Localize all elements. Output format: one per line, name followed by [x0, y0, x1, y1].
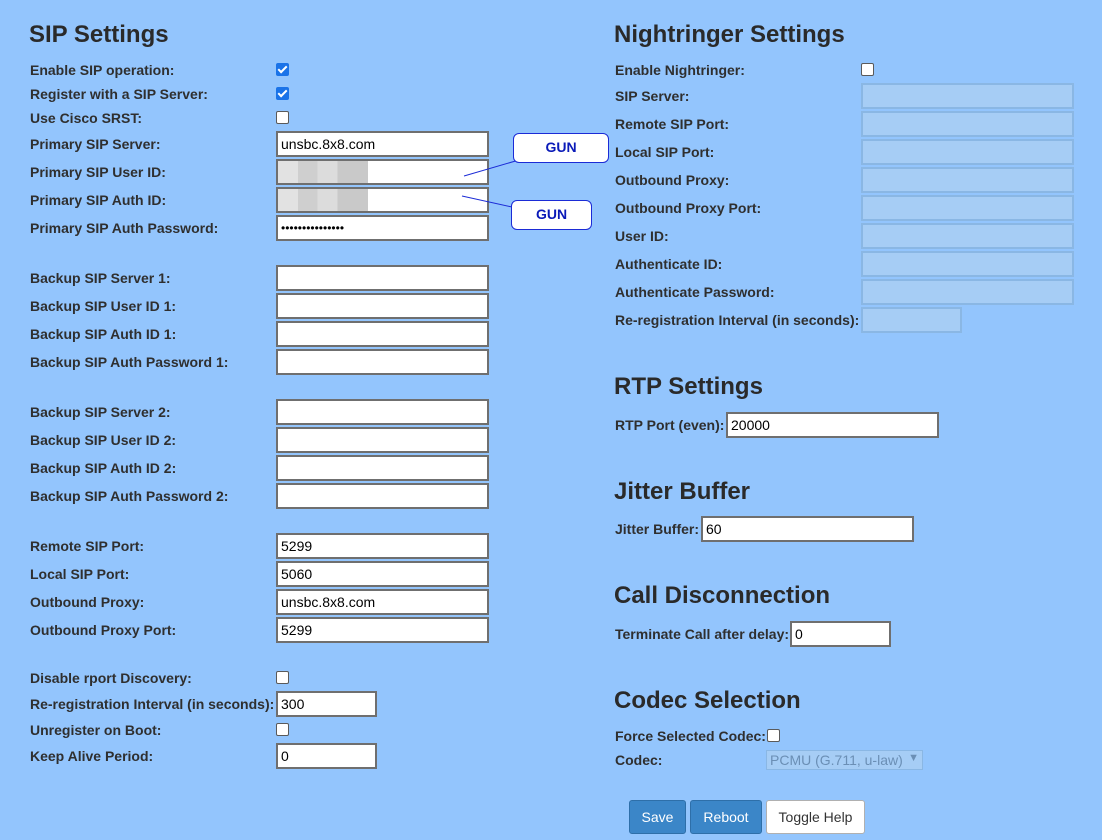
nr-remote-port-label: Remote SIP Port: [615, 116, 730, 132]
nr-outbound-proxy-port-label: Outbound Proxy Port: [615, 200, 762, 216]
backup1-sip-auth-password-input[interactable] [276, 349, 489, 375]
primary-sip-auth-password-label: Primary SIP Auth Password: [30, 220, 219, 236]
primary-sip-user-id-input[interactable] [276, 159, 489, 185]
terminate-delay-input[interactable] [790, 621, 891, 647]
outbound-proxy-label: Outbound Proxy: [30, 594, 145, 610]
disable-rport-checkbox[interactable] [276, 671, 289, 684]
terminate-delay-label: Terminate Call after delay: [615, 626, 790, 642]
callout-gun-2: GUN [511, 200, 592, 230]
codec-label: Codec: [615, 752, 663, 768]
codec-selection-title: Codec Selection [614, 687, 801, 714]
nr-rereg-interval-label: Re-registration Interval (in seconds): [615, 312, 860, 328]
nr-outbound-proxy-label: Outbound Proxy: [615, 172, 730, 188]
nr-auth-password-input[interactable] [861, 279, 1074, 305]
nr-outbound-proxy-port-input[interactable] [861, 195, 1074, 221]
jitter-buffer-input[interactable] [701, 516, 914, 542]
codec-select[interactable]: PCMU (G.711, u-law) ▼ [766, 750, 923, 770]
backup1-sip-auth-id-input[interactable] [276, 321, 489, 347]
force-codec-label: Force Selected Codec: [615, 728, 766, 744]
nr-user-id-input[interactable] [861, 223, 1074, 249]
cisco-srst-label: Use Cisco SRST: [30, 110, 143, 126]
remote-sip-port-input[interactable] [276, 533, 489, 559]
callout-gun-1: GUN [513, 133, 609, 163]
backup1-sip-auth-password-label: Backup SIP Auth Password 1: [30, 354, 229, 370]
nr-sip-server-label: SIP Server: [615, 88, 690, 104]
rereg-interval-input[interactable] [276, 691, 377, 717]
reboot-button[interactable]: Reboot [690, 800, 762, 834]
register-sip-label: Register with a SIP Server: [30, 86, 208, 102]
outbound-proxy-port-input[interactable] [276, 617, 489, 643]
nr-rereg-interval-input[interactable] [861, 307, 962, 333]
backup2-sip-auth-id-input[interactable] [276, 455, 489, 481]
local-sip-port-label: Local SIP Port: [30, 566, 130, 582]
rereg-interval-label: Re-registration Interval (in seconds): [30, 696, 275, 712]
nr-auth-id-label: Authenticate ID: [615, 256, 723, 272]
jitter-buffer-label: Jitter Buffer: [615, 521, 700, 537]
primary-sip-server-label: Primary SIP Server: [30, 136, 161, 152]
remote-sip-port-label: Remote SIP Port: [30, 538, 145, 554]
backup1-sip-user-id-label: Backup SIP User ID 1: [30, 298, 177, 314]
rtp-port-label: RTP Port (even): [615, 417, 725, 433]
force-codec-checkbox[interactable] [767, 729, 780, 742]
enable-nightringer-label: Enable Nightringer: [615, 62, 745, 78]
primary-sip-auth-id-label: Primary SIP Auth ID: [30, 192, 167, 208]
local-sip-port-input[interactable] [276, 561, 489, 587]
nr-outbound-proxy-input[interactable] [861, 167, 1074, 193]
register-sip-checkbox[interactable] [276, 87, 289, 100]
nr-local-port-label: Local SIP Port: [615, 144, 715, 160]
codec-select-value: PCMU (G.711, u-law) [770, 752, 903, 768]
jitter-buffer-title: Jitter Buffer [614, 478, 751, 505]
nightringer-title: Nightringer Settings [614, 21, 845, 48]
primary-sip-user-id-label: Primary SIP User ID: [30, 164, 166, 180]
enable-nightringer-checkbox[interactable] [861, 63, 874, 76]
save-button[interactable]: Save [629, 800, 686, 834]
backup1-sip-server-input[interactable] [276, 265, 489, 291]
nr-auth-id-input[interactable] [861, 251, 1074, 277]
backup1-sip-auth-id-label: Backup SIP Auth ID 1: [30, 326, 177, 342]
disable-rport-label: Disable rport Discovery: [30, 670, 192, 686]
backup1-sip-server-label: Backup SIP Server 1: [30, 270, 171, 286]
rtp-settings-title: RTP Settings [614, 373, 763, 400]
cisco-srst-checkbox[interactable] [276, 111, 289, 124]
chevron-down-icon: ▼ [908, 752, 919, 764]
backup1-sip-user-id-input[interactable] [276, 293, 489, 319]
backup2-sip-user-id-input[interactable] [276, 427, 489, 453]
primary-sip-auth-id-input[interactable] [276, 187, 489, 213]
nr-remote-port-input[interactable] [861, 111, 1074, 137]
backup2-sip-server-input[interactable] [276, 399, 489, 425]
call-disconnection-title: Call Disconnection [614, 582, 831, 609]
backup2-sip-auth-password-input[interactable] [276, 483, 489, 509]
keep-alive-input[interactable] [276, 743, 377, 769]
nr-user-id-label: User ID: [615, 228, 669, 244]
outbound-proxy-port-label: Outbound Proxy Port: [30, 622, 177, 638]
nr-local-port-input[interactable] [861, 139, 1074, 165]
primary-sip-auth-password-input[interactable] [276, 215, 489, 241]
nr-sip-server-input[interactable] [861, 83, 1074, 109]
sip-settings-title: SIP Settings [29, 21, 169, 48]
nr-auth-password-label: Authenticate Password: [615, 284, 775, 300]
outbound-proxy-input[interactable] [276, 589, 489, 615]
backup2-sip-server-label: Backup SIP Server 2: [30, 404, 171, 420]
backup2-sip-auth-id-label: Backup SIP Auth ID 2: [30, 460, 177, 476]
primary-sip-server-input[interactable] [276, 131, 489, 157]
unregister-boot-label: Unregister on Boot: [30, 722, 162, 738]
enable-sip-label: Enable SIP operation: [30, 62, 175, 78]
backup2-sip-auth-password-label: Backup SIP Auth Password 2: [30, 488, 229, 504]
backup2-sip-user-id-label: Backup SIP User ID 2: [30, 432, 177, 448]
unregister-boot-checkbox[interactable] [276, 723, 289, 736]
keep-alive-label: Keep Alive Period: [30, 748, 154, 764]
rtp-port-input[interactable] [726, 412, 939, 438]
enable-sip-checkbox[interactable] [276, 63, 289, 76]
toggle-help-button[interactable]: Toggle Help [766, 800, 865, 834]
